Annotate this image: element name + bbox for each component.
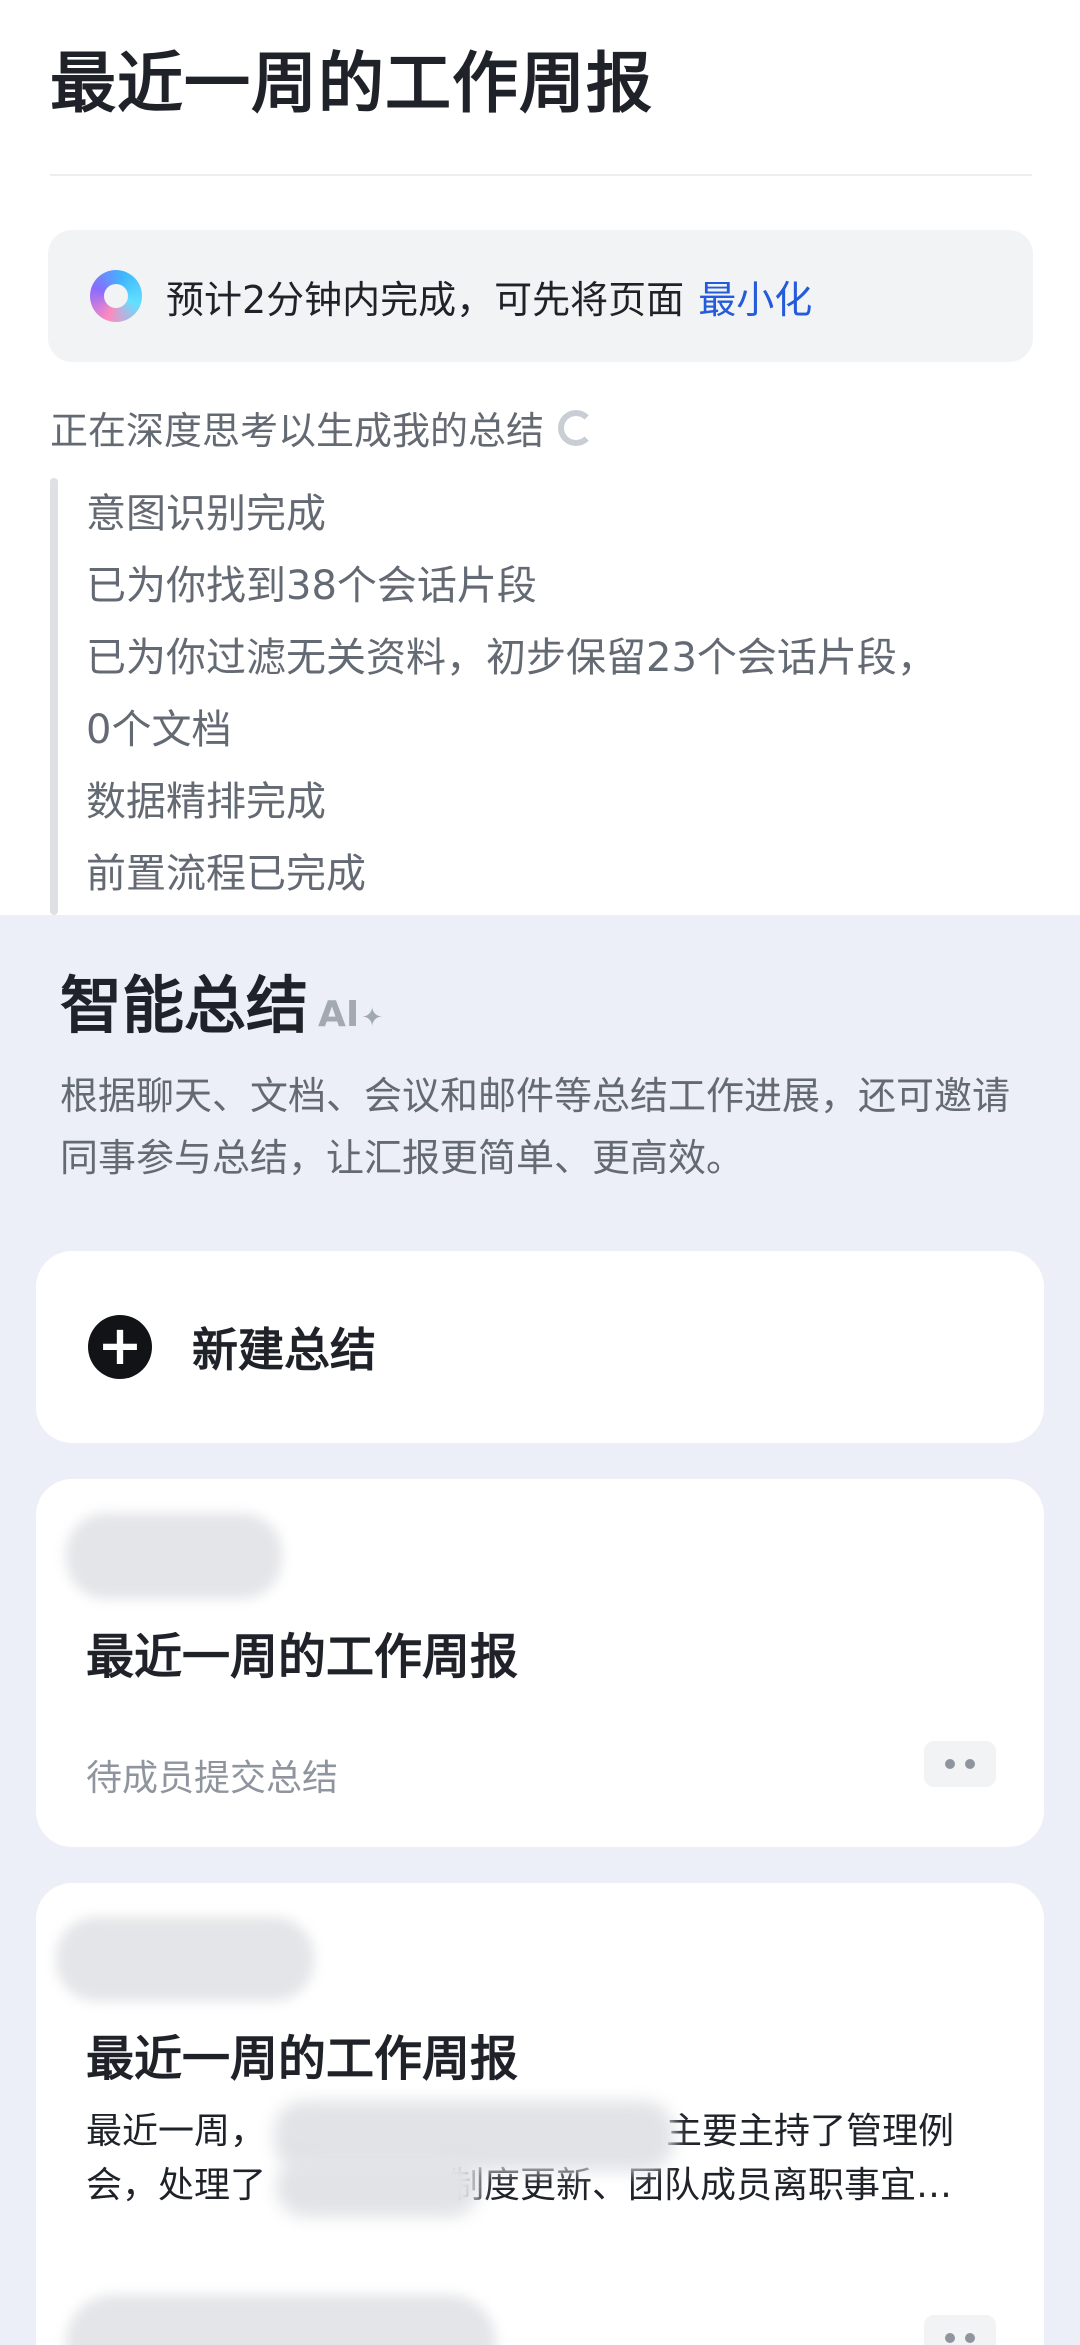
avatar <box>56 1917 314 2001</box>
ai-badge-label: AI <box>318 994 360 1035</box>
thinking-text: 正在深度思考以生成我的总结 <box>50 409 545 453</box>
summary-card-title: 最近一周的工作周报 <box>86 2031 519 2087</box>
step-item: 前置流程已完成 <box>86 851 366 897</box>
new-summary-label: 新建总结 <box>192 1323 376 1377</box>
summary-card-title: 最近一周的工作周报 <box>86 1629 519 1685</box>
ai-badge: AI✦ <box>318 994 383 1035</box>
banner-text: 预计2分钟内完成，可先将页面 <box>166 277 685 322</box>
plus-icon: + <box>88 1315 152 1379</box>
smart-summary-title: 智能总结 <box>60 969 309 1042</box>
thinking-status: 正在深度思考以生成我的总结 <box>50 400 595 455</box>
step-item: 意图识别完成 <box>86 491 326 537</box>
new-summary-button[interactable]: + 新建总结 <box>36 1251 1044 1443</box>
redacted-region <box>276 2157 480 2217</box>
more-icon[interactable] <box>924 2315 996 2345</box>
sparkle-icon: ✦ <box>361 1003 384 1033</box>
step-item: 数据精排完成 <box>86 779 326 825</box>
page-title: 最近一周的工作周报 <box>50 45 653 122</box>
steps-indicator-bar <box>50 478 58 915</box>
step-item: 0个文档 <box>86 707 232 753</box>
loading-spinner-icon <box>558 409 595 446</box>
more-icon[interactable] <box>924 1741 996 1787</box>
snippet-text: 制度更新、团队成员离职事宜… <box>448 2165 953 2206</box>
summary-card-status: 待成员提交总结 <box>86 1758 339 1799</box>
smart-summary-header: 智能总结 AI✦ <box>60 955 383 1045</box>
divider <box>50 174 1032 176</box>
smart-summary-description: 根据聊天、文档、会议和邮件等总结工作进展，还可邀请同事参与总结，让汇报更简单、更… <box>60 1074 1011 1180</box>
step-item: 已为你找到38个会话片段 <box>86 563 537 609</box>
estimate-banner: 预计2分钟内完成，可先将页面 最小化 <box>48 230 1033 362</box>
steps-list: 意图识别完成 已为你找到38个会话片段 已为你过滤无关资料，初步保留23个会话片… <box>86 478 1046 910</box>
summary-card[interactable]: 最近一周的工作周报 最近一周， 主要主持了管理例 会，处理了 制度更新、团队成员离职… <box>36 1883 1044 2345</box>
summary-card[interactable]: 最近一周的工作周报 待成员提交总结 <box>36 1479 1044 1847</box>
avatar <box>66 1513 282 1599</box>
report-progress-section: 最近一周的工作周报 预计2分钟内完成，可先将页面 最小化 正在深度思考以生成我的… <box>0 0 1080 915</box>
minimize-link[interactable]: 最小化 <box>698 269 812 324</box>
smart-summary-panel: 智能总结 AI✦ 根据聊天、文档、会议和邮件等总结工作进展，还可邀请同事参与总结… <box>0 915 1080 2345</box>
snippet-text: 会，处理了 <box>86 2165 267 2206</box>
snippet-text: 主要主持了管理例 <box>666 2111 955 2152</box>
step-item: 已为你过滤无关资料，初步保留23个会话片段， <box>86 635 937 681</box>
avatar <box>66 2295 496 2345</box>
snippet-text: 最近一周， <box>86 2111 267 2152</box>
ai-logo-icon <box>90 270 142 322</box>
